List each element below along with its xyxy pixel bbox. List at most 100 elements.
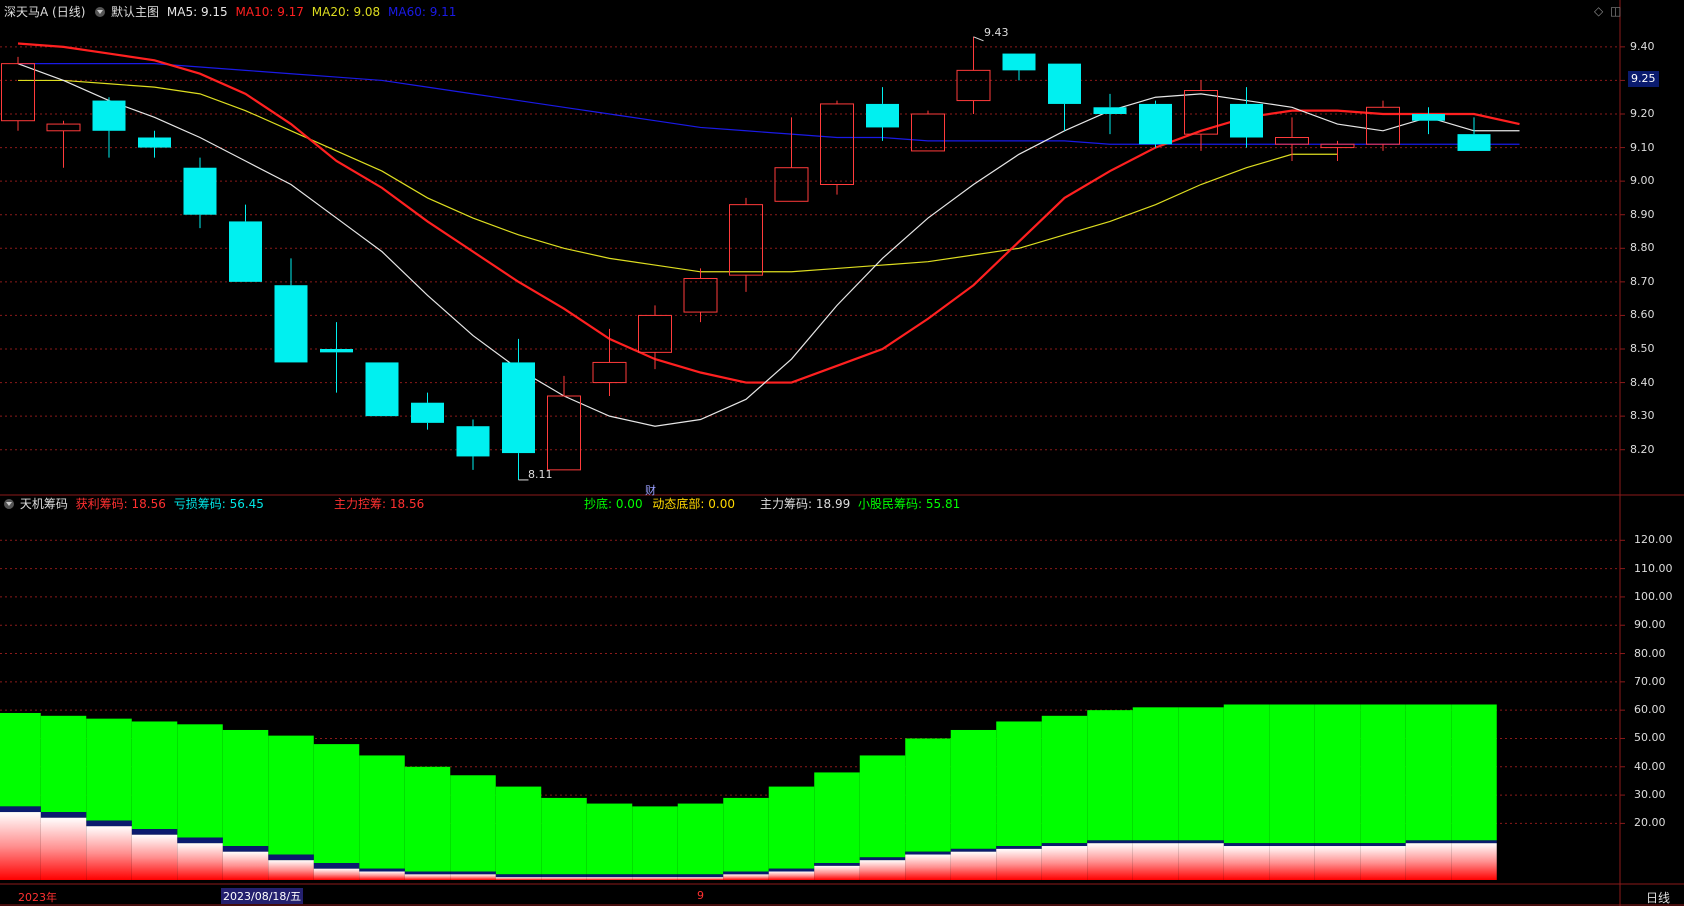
ma60-value: MA60: 9.11 xyxy=(388,5,457,19)
price-tick-label: 9.10 xyxy=(1630,140,1655,154)
candle-body-down xyxy=(1048,63,1081,104)
event-marker[interactable]: 财 xyxy=(645,482,656,498)
bottom-value: 抄底: 0.00 xyxy=(584,497,643,511)
high-price-annotation: 9.43 xyxy=(984,26,1009,39)
indicator-dropdown-icon[interactable] xyxy=(4,499,14,509)
retail-chip-bar xyxy=(814,772,860,864)
indicator-tick-label: 60.00 xyxy=(1634,703,1666,717)
candle-body-up xyxy=(1275,137,1309,145)
navy-band-bar xyxy=(1178,840,1224,844)
navy-band-bar xyxy=(768,868,815,872)
retail-chip-bar xyxy=(950,729,997,849)
navy-band-bar xyxy=(1314,843,1361,847)
profit-chip-bar xyxy=(222,851,269,880)
selected-date-label[interactable]: 2023/08/18/五 xyxy=(221,888,304,904)
candle-body-down xyxy=(866,103,899,128)
navy-band-bar xyxy=(541,874,587,878)
navy-band-bar xyxy=(632,874,678,878)
price-tick-label: 8.80 xyxy=(1630,241,1655,255)
indicator-tick-label: 50.00 xyxy=(1634,731,1666,745)
diamond-icon[interactable]: ◇ xyxy=(1594,4,1603,18)
retail-chip-bar xyxy=(677,803,724,875)
ma10-line xyxy=(17,42,1520,384)
main-control-chips: 主力控筹: 18.56 xyxy=(334,497,425,511)
candle-body-up xyxy=(729,204,763,276)
indicator-chip-values: 主力筹码: 18.99 小股民筹码: 55.81 xyxy=(760,496,960,512)
profit-chip-bar xyxy=(177,843,223,880)
profit-chip-bar xyxy=(1405,843,1452,880)
price-tick-label: 8.30 xyxy=(1630,409,1655,423)
navy-band-bar xyxy=(1223,843,1270,847)
indicator-tick-label: 80.00 xyxy=(1634,646,1666,660)
chart-type[interactable]: 默认主图 xyxy=(111,5,159,19)
navy-band-bar xyxy=(0,806,41,813)
profit-chip-bar xyxy=(632,877,678,880)
navy-band-bar xyxy=(1360,843,1406,847)
profit-chip-bar xyxy=(404,874,451,880)
candle-body-up xyxy=(592,361,627,384)
profit-chip-bar xyxy=(677,877,724,880)
chart-type-dropdown-icon[interactable] xyxy=(95,7,106,17)
profit-chip-bar xyxy=(1087,843,1133,880)
profit-chip-bar xyxy=(450,874,496,880)
candle-body-down xyxy=(1230,103,1263,138)
retail-chip-bar xyxy=(222,729,269,847)
retail-chip-bar xyxy=(495,786,542,875)
stock-name[interactable]: 深天马A (日线) xyxy=(4,5,85,19)
retail-chip-bar xyxy=(1269,704,1315,844)
ma20-value: MA20: 9.08 xyxy=(311,5,381,19)
retail-chip-bar xyxy=(632,806,678,875)
indicator-name[interactable]: 天机筹码 xyxy=(20,497,68,511)
maximize-icon[interactable]: ◫ xyxy=(1610,4,1621,18)
period-button[interactable]: 日线 xyxy=(1646,889,1670,906)
indicator-bottom-values: 抄底: 0.00 动态底部: 0.00 xyxy=(584,496,735,512)
price-tick-label: 9.00 xyxy=(1630,174,1655,188)
profit-chip-bar xyxy=(1360,846,1406,880)
indicator-tick-label: 120.00 xyxy=(1634,533,1673,547)
navy-band-bar xyxy=(1132,840,1179,844)
chart-canvas[interactable] xyxy=(0,0,1684,906)
navy-band-bar xyxy=(1269,843,1315,847)
price-tick-label: 8.40 xyxy=(1630,375,1655,389)
navy-band-bar xyxy=(495,874,542,878)
navy-band-bar xyxy=(950,848,997,852)
candle-body-down xyxy=(274,285,308,363)
candle-body-down xyxy=(92,100,126,131)
profit-chip-bar xyxy=(996,848,1042,880)
profit-chip-bar xyxy=(1269,846,1315,880)
retail-chip-bar xyxy=(905,738,951,852)
loss-chips: 亏损筹码: 56.45 xyxy=(173,497,264,511)
profit-chip-bar xyxy=(1223,846,1270,880)
navy-band-bar xyxy=(1087,840,1133,844)
profit-chip-bar xyxy=(495,877,542,880)
price-tick-label: 8.70 xyxy=(1630,274,1655,288)
candle-body-up xyxy=(1,63,35,122)
retail-chip-bar xyxy=(1360,704,1406,844)
navy-band-bar xyxy=(359,868,405,872)
candle-body-down xyxy=(229,221,262,282)
retail-chip-bar xyxy=(1041,715,1088,844)
indicator-tick-label: 100.00 xyxy=(1634,589,1673,603)
navy-band-bar xyxy=(1405,840,1452,844)
profit-chip-bar xyxy=(40,817,87,880)
profit-chip-bar xyxy=(859,860,906,880)
price-tick-label: 8.50 xyxy=(1630,342,1655,355)
profit-chip-bar xyxy=(768,871,815,880)
retail-chip-bar xyxy=(86,718,132,821)
profit-chip-bar xyxy=(1314,846,1361,880)
retail-chip-bar xyxy=(131,721,178,830)
candle-body-down xyxy=(411,402,444,423)
navy-band-bar xyxy=(131,829,178,835)
candle-body-up xyxy=(911,113,945,152)
current-price-label: 9.25 xyxy=(1628,71,1659,87)
retail-chip-bar xyxy=(1314,704,1361,844)
retail-chip-bar xyxy=(723,797,769,872)
candle-body-down xyxy=(502,362,535,454)
candle-body-up xyxy=(683,278,718,313)
indicator-tick-label: 20.00 xyxy=(1634,816,1666,830)
retail-chip-bar xyxy=(1132,707,1179,841)
navy-band-bar xyxy=(586,874,633,878)
candle-body-up xyxy=(774,167,809,202)
indicator-tick-label: 30.00 xyxy=(1634,788,1666,802)
price-tick-label: 9.20 xyxy=(1630,107,1655,120)
